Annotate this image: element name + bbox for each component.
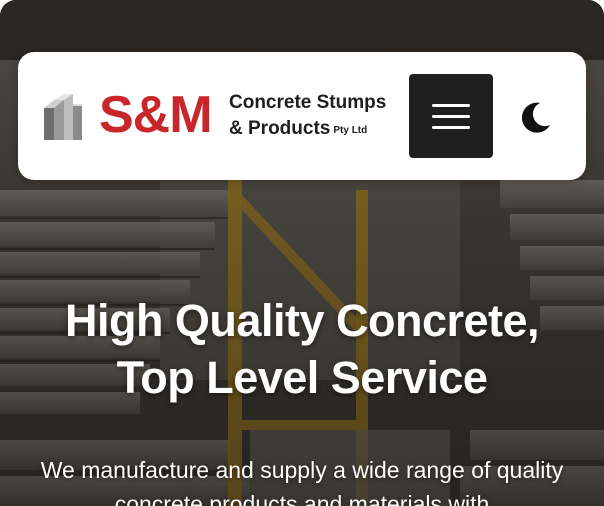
logo-mark: S&M (99, 86, 213, 144)
logo-line-2: & Products Pty Ltd (229, 118, 367, 142)
company-logo[interactable]: S&M Concrete Stumps & Products Pty Ltd (44, 86, 404, 148)
logo-line-2-text: & Products (229, 118, 331, 139)
page: S&M Concrete Stumps & Products Pty Ltd Hi… (0, 0, 604, 506)
hero-title: High Quality Concrete, Top Level Service (0, 292, 604, 406)
menu-button[interactable] (409, 74, 493, 158)
menu-bar (432, 115, 470, 118)
theme-toggle-button[interactable] (516, 97, 556, 137)
menu-bar (432, 104, 470, 107)
logo-line-1: Concrete Stumps (229, 92, 387, 113)
logo-suffix: Pty Ltd (333, 125, 368, 136)
building-blocks-icon (44, 94, 82, 140)
hero-description: We manufacture and supply a wide range o… (40, 457, 564, 506)
hero-title-line-1: High Quality Concrete, (64, 295, 540, 346)
moon-icon (521, 102, 550, 133)
hero-title-line-2: Top Level Service (116, 352, 488, 403)
site-header: S&M Concrete Stumps & Products Pty Ltd (18, 52, 586, 180)
menu-bar (432, 126, 470, 129)
